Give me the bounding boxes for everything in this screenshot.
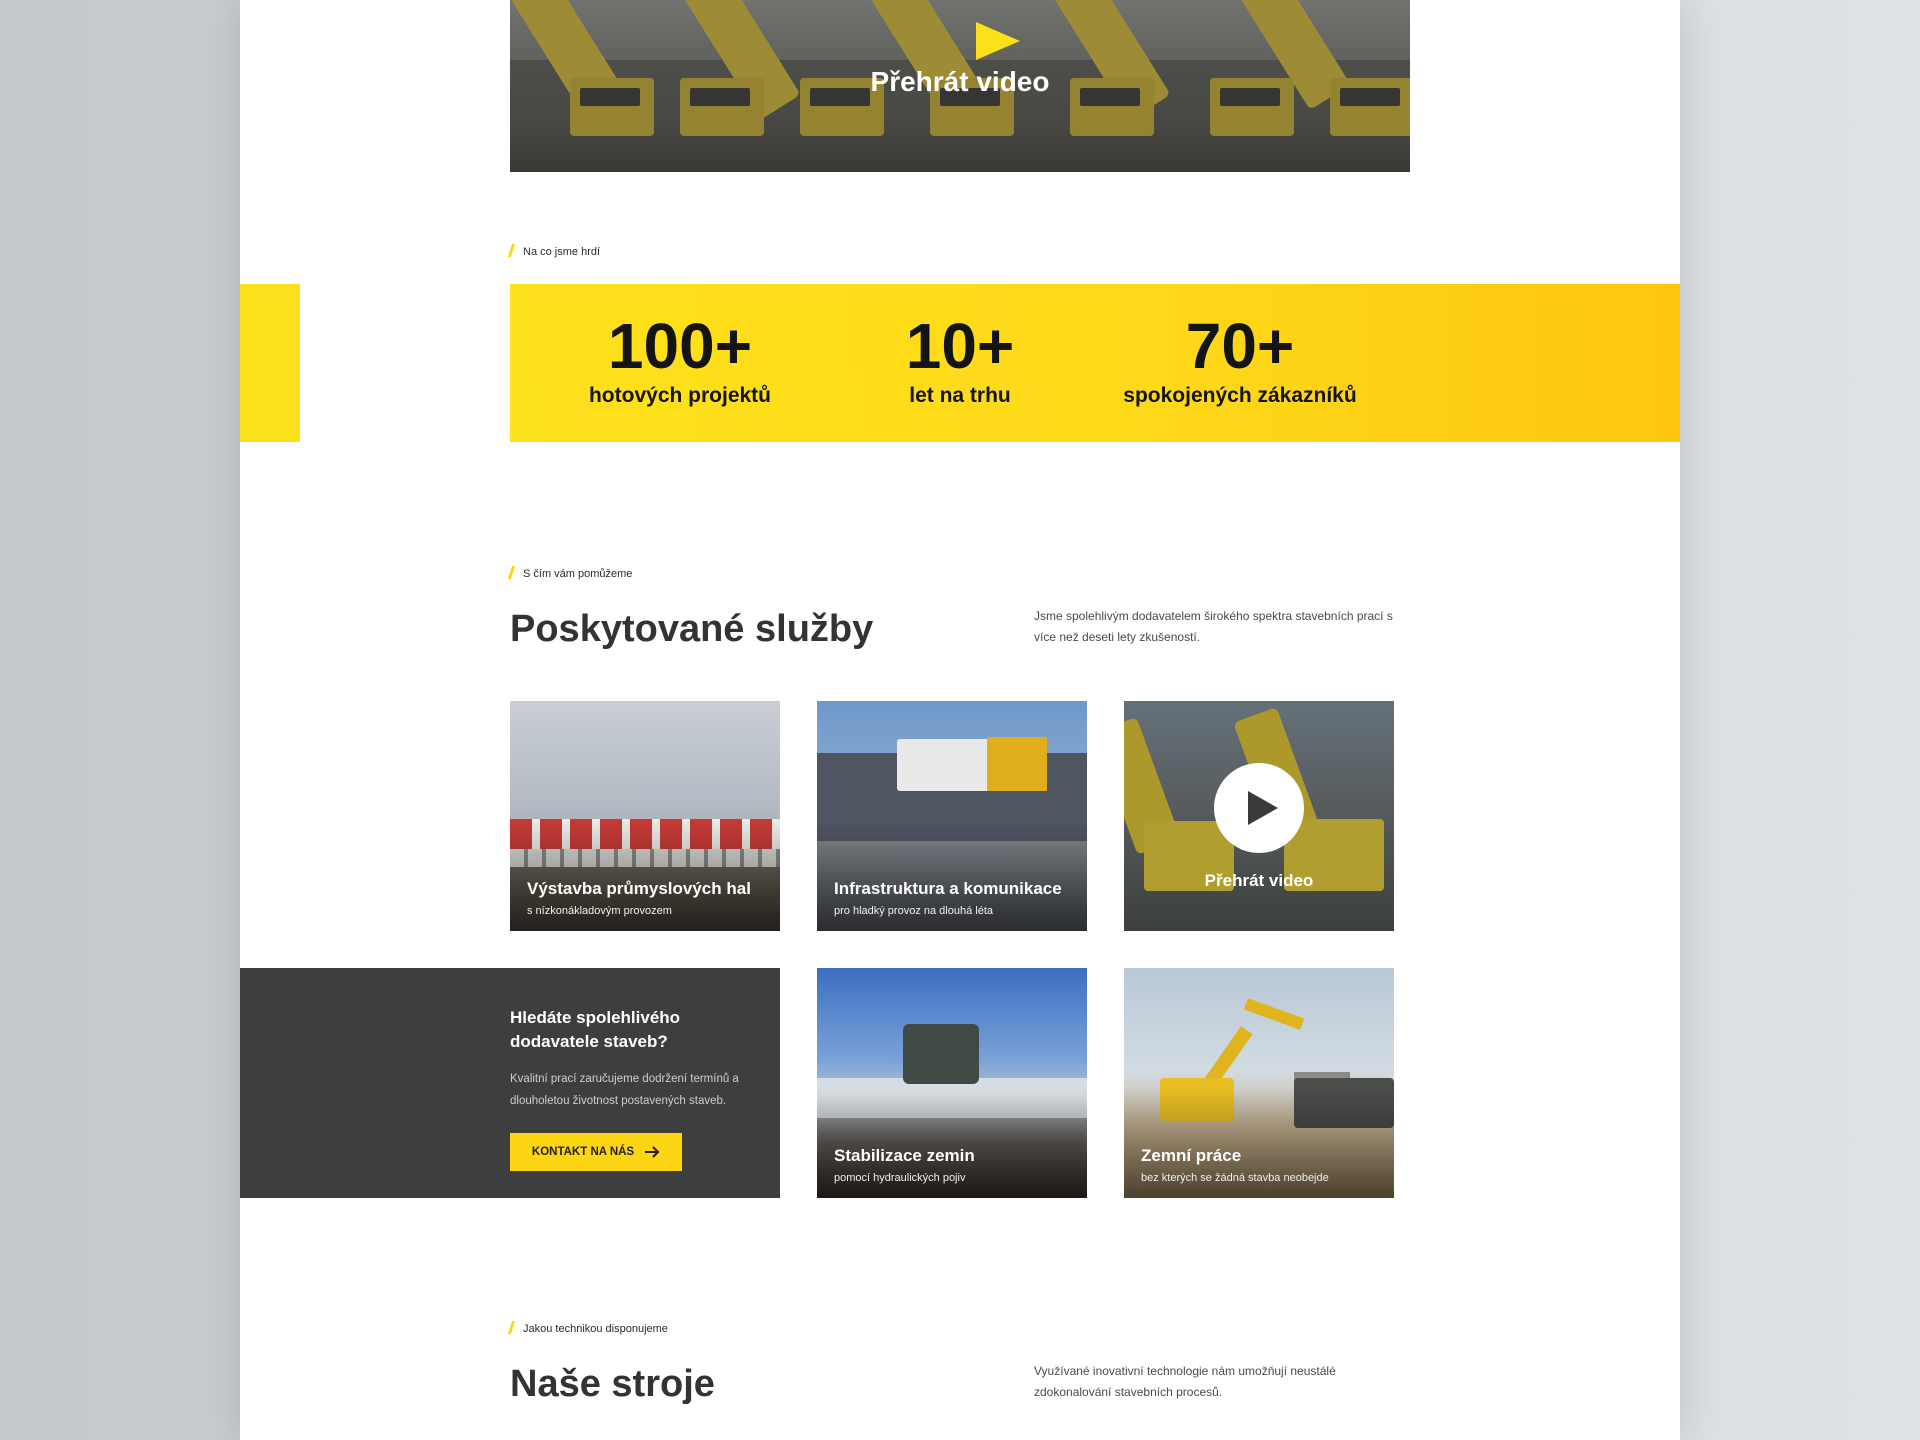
page: Přehrát video Na co jsme hrdí 100+ hotov… (240, 0, 1680, 1440)
hero-video[interactable]: Přehrát video (510, 0, 1410, 172)
service-card-industrial-halls[interactable]: Výstavba průmyslových hal s nízkonáklado… (510, 701, 780, 931)
cta-title: Hledáte spolehlivého dodavatele staveb? (510, 1008, 681, 1051)
stat-projects: 100+ hotových projektů (540, 314, 820, 408)
play-button-icon[interactable] (1214, 763, 1304, 853)
service-card-video[interactable]: Přehrát video (1124, 701, 1394, 931)
stats-accent-block (240, 284, 300, 442)
services-tag-label: S čím vám pomůžeme (523, 568, 633, 580)
excavator-image (1243, 998, 1305, 1030)
stat-value: 70+ (1185, 310, 1295, 382)
services-intro: Jsme spolehlivým dodavatelem širokého sp… (1034, 609, 1393, 644)
contact-button-label: KONTAKT NA NÁS (531, 1146, 635, 1158)
play-triangle-icon[interactable] (976, 22, 1020, 60)
contact-button[interactable]: KONTAKT NA NÁS (510, 1133, 682, 1171)
stats-band: 100+ hotových projektů 10+ let na trhu 7… (510, 284, 1680, 442)
stat-label: let na trhu (909, 384, 1011, 407)
card-subtitle: pro hladký provoz na dlouhá léta (834, 905, 993, 917)
tag-slash-icon (507, 1321, 516, 1334)
card-title: Zemní práce (1141, 1146, 1242, 1165)
stat-value: 10+ (905, 310, 1015, 382)
machines-tag-label: Jakou technikou disponujeme (523, 1323, 668, 1335)
card-title: Výstavba průmyslových hal (527, 879, 751, 898)
tractor-image (903, 1024, 979, 1084)
play-video-label[interactable]: Přehrát video (1124, 871, 1394, 891)
arrow-right-icon (644, 1146, 660, 1158)
cta-text: Kvalitní prací zaručujeme dodržení termí… (510, 1073, 739, 1107)
stat-years: 10+ let na trhu (820, 314, 1100, 408)
building-image (987, 737, 1047, 791)
stats-section-tag: Na co jsme hrdí (507, 244, 601, 258)
machines-section-tag: Jakou technikou disponujeme (507, 1321, 668, 1335)
play-video-label[interactable]: Přehrát video (510, 66, 1410, 98)
card-subtitle: s nízkonákladovým provozem (527, 905, 672, 917)
card-subtitle: bez kterých se žádná stavba neobejde (1141, 1172, 1329, 1184)
tag-slash-icon (507, 244, 516, 257)
stat-label: spokojených zákazníků (1123, 384, 1357, 407)
card-title: Stabilizace zemin (834, 1146, 975, 1165)
services-section-tag: S čím vám pomůžeme (507, 566, 633, 580)
card-title: Infrastruktura a komunikace (834, 879, 1062, 898)
card-subtitle: pomocí hydraulických pojiv (834, 1172, 966, 1184)
stat-customers: 70+ spokojených zákazníků (1100, 314, 1380, 408)
service-card-infrastructure[interactable]: Infrastruktura a komunikace pro hladký p… (817, 701, 1087, 931)
cta-box: Hledáte spolehlivého dodavatele staveb? … (240, 968, 780, 1198)
services-title: Poskytované služby (510, 608, 874, 650)
stat-label: hotových projektů (588, 384, 772, 407)
stat-value: 100+ (607, 310, 753, 382)
service-card-soil-stabilization[interactable]: Stabilizace zemin pomocí hydraulických p… (817, 968, 1087, 1198)
machines-intro: Využívané inovativní technologie nám umo… (1034, 1364, 1336, 1399)
machines-title: Naše stroje (510, 1363, 715, 1405)
service-card-earthworks[interactable]: Zemní práce bez kterých se žádná stavba … (1124, 968, 1394, 1198)
stats-tag-label: Na co jsme hrdí (523, 246, 601, 258)
tag-slash-icon (507, 566, 516, 579)
